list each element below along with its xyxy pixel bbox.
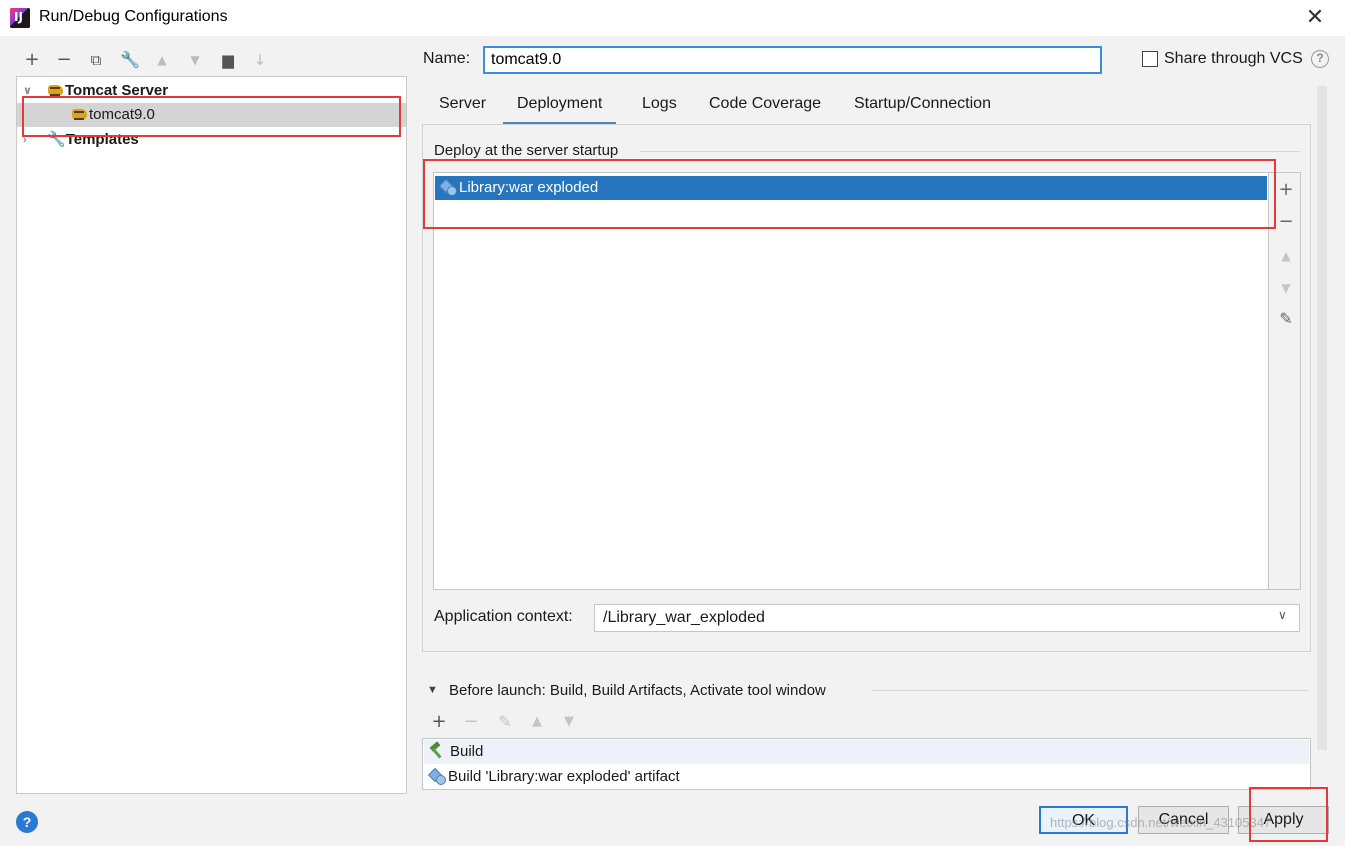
deploy-artifact-list[interactable]: [433, 172, 1269, 590]
tomcat-icon: [47, 83, 65, 97]
copy-icon[interactable]: ⧉: [86, 50, 106, 70]
edit-icon[interactable]: ✎: [495, 712, 515, 732]
artifact-icon: [428, 768, 446, 785]
configuration-tree[interactable]: ∨ Tomcat Server tomcat9.0 › 🔧Templates: [16, 76, 407, 794]
deploy-section-title: Deploy at the server startup: [434, 142, 623, 159]
app-context-label: Application context:: [434, 608, 573, 625]
add-icon[interactable]: +: [22, 50, 42, 70]
hammer-icon: [428, 743, 446, 759]
list-item[interactable]: Build: [424, 740, 1309, 764]
name-input[interactable]: [483, 46, 1102, 74]
before-launch-label[interactable]: Before launch: Build, Build Artifacts, A…: [449, 682, 826, 699]
remove-icon[interactable]: −: [54, 50, 74, 70]
move-down-icon[interactable]: ▼: [559, 712, 579, 732]
add-icon[interactable]: +: [429, 712, 449, 732]
window-title: Run/Debug Configurations: [39, 8, 228, 25]
intellij-logo-icon: IJ: [10, 8, 30, 28]
remove-icon[interactable]: −: [1276, 212, 1296, 232]
move-up-icon[interactable]: ▲: [152, 50, 172, 70]
chevron-down-icon[interactable]: ∨: [1278, 608, 1287, 622]
watermark: https://blog.csdn.net/weixin_43105347: [1050, 815, 1272, 830]
tab-startup-connection[interactable]: Startup/Connection: [852, 94, 993, 125]
move-up-icon[interactable]: ▲: [1276, 246, 1296, 266]
task-label: Build: [450, 743, 484, 760]
folder-add-icon[interactable]: ▆: [218, 50, 238, 70]
section-divider: [872, 690, 1308, 691]
section-divider: [640, 151, 1300, 152]
list-item[interactable]: Build 'Library:war exploded' artifact: [424, 765, 1309, 789]
highlight-box: [22, 96, 401, 137]
tab-logs[interactable]: Logs: [640, 94, 679, 125]
close-icon[interactable]: ✕: [1303, 5, 1327, 29]
app-context-select[interactable]: /Library_war_exploded: [594, 604, 1300, 632]
deploy-side-toolbar: [1269, 172, 1301, 590]
wrench-icon[interactable]: 🔧: [120, 50, 140, 70]
help-button[interactable]: ?: [16, 811, 38, 833]
name-label: Name:: [423, 50, 471, 67]
task-label: Build 'Library:war exploded' artifact: [448, 768, 680, 785]
remove-icon[interactable]: −: [461, 712, 481, 732]
help-icon[interactable]: ?: [1311, 50, 1329, 68]
tab-code-coverage[interactable]: Code Coverage: [707, 94, 823, 125]
collapse-arrow-icon[interactable]: ▼: [427, 684, 438, 696]
highlight-box: [423, 159, 1276, 229]
move-down-icon[interactable]: ▼: [185, 50, 205, 70]
scrollbar[interactable]: [1317, 86, 1327, 750]
sort-icon[interactable]: ↓: [250, 50, 270, 70]
tab-deployment[interactable]: Deployment: [503, 94, 617, 125]
edit-icon[interactable]: ✎: [1276, 309, 1296, 329]
add-icon[interactable]: +: [1276, 180, 1296, 200]
share-vcs-checkbox[interactable]: [1142, 51, 1158, 67]
share-vcs-label[interactable]: Share through VCS: [1164, 50, 1303, 68]
highlight-box: [1249, 787, 1328, 842]
move-up-icon[interactable]: ▲: [527, 712, 547, 732]
move-down-icon[interactable]: ▼: [1276, 278, 1296, 298]
tab-server[interactable]: Server: [437, 94, 488, 125]
